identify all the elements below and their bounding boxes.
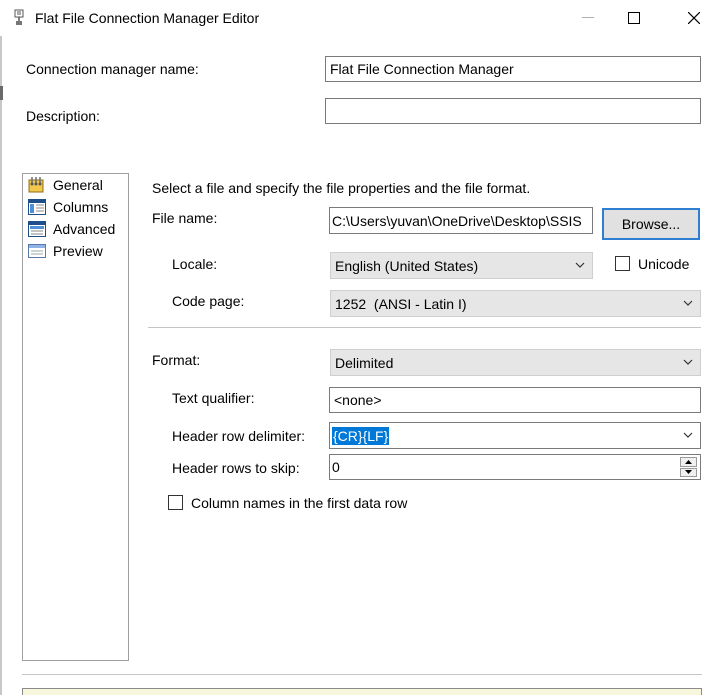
header-row-delimiter-label: Header row delimiter: [172, 428, 306, 444]
window-edge-marker [0, 86, 3, 100]
file-name-input[interactable]: C:\Users\yuvan\OneDrive\Desktop\SSIS [329, 207, 593, 234]
text-qualifier-input[interactable]: <none> [329, 387, 701, 413]
chevron-down-icon [683, 432, 693, 438]
header-rows-to-skip-label: Header rows to skip: [172, 460, 300, 476]
nav-item-advanced-label: Advanced [53, 221, 116, 237]
locale-select[interactable]: English (United States) [330, 252, 593, 279]
description-label: Description: [26, 108, 100, 124]
code-page-label: Code page: [172, 293, 245, 309]
nav-item-general[interactable]: General [28, 175, 103, 195]
connection-name-input[interactable]: Flat File Connection Manager [325, 56, 701, 82]
text-qualifier-value: <none> [334, 392, 382, 408]
text-qualifier-label: Text qualifier: [172, 390, 255, 406]
nav-item-advanced[interactable]: Advanced [28, 219, 115, 239]
header-rows-to-skip-value: 0 [332, 459, 340, 475]
chevron-down-icon [575, 262, 585, 268]
column-names-label: Column names in the first data row [191, 495, 408, 511]
unicode-label: Unicode [638, 256, 690, 272]
window-left-edge [0, 36, 2, 695]
bottom-divider [22, 674, 702, 675]
spin-down-button[interactable] [680, 467, 697, 477]
maximize-button[interactable] [611, 0, 657, 36]
format-label: Format: [152, 352, 201, 368]
advanced-icon [28, 221, 46, 237]
close-button[interactable] [671, 0, 717, 36]
nav-item-preview[interactable]: Preview [28, 241, 103, 261]
window-title: Flat File Connection Manager Editor [35, 10, 260, 26]
status-panel [22, 688, 702, 695]
format-value: Delimited [335, 354, 394, 371]
description-input[interactable] [325, 98, 701, 124]
header-row-delimiter-select[interactable]: {CR}{LF} [329, 422, 701, 449]
spin-up-button[interactable] [680, 457, 697, 467]
general-icon [28, 177, 44, 193]
arrow-down-icon [685, 470, 692, 475]
code-page-select[interactable]: 1252 (ANSI - Latin I) [330, 290, 701, 317]
minimize-icon [582, 17, 594, 18]
nav-item-columns-label: Columns [53, 199, 109, 215]
browse-button[interactable]: Browse... [602, 208, 700, 240]
column-names-checkbox[interactable] [168, 495, 183, 510]
locale-value: English (United States) [335, 257, 479, 274]
header-row-delimiter-value: {CR}{LF} [332, 426, 390, 445]
preview-icon [28, 244, 46, 258]
flat-file-icon [14, 9, 24, 25]
browse-button-label: Browse... [621, 216, 681, 232]
instruction-text: Select a file and specify the file prope… [152, 180, 531, 196]
nav-item-columns[interactable]: Columns [28, 197, 108, 217]
code-page-value: 1252 (ANSI - Latin I) [335, 295, 467, 312]
file-name-label: File name: [152, 210, 218, 226]
spinner-buttons [680, 457, 697, 477]
columns-icon [28, 199, 46, 215]
chevron-down-icon [683, 300, 693, 306]
nav-item-general-label: General [53, 177, 103, 193]
file-name-value: C:\Users\yuvan\OneDrive\Desktop\SSIS [332, 212, 582, 229]
nav-item-preview-label: Preview [53, 243, 103, 259]
minimize-button[interactable] [565, 0, 611, 36]
format-select[interactable]: Delimited [330, 349, 701, 376]
unicode-checkbox[interactable] [615, 256, 630, 271]
locale-label: Locale: [172, 256, 218, 272]
section-divider [148, 327, 701, 328]
connection-name-value: Flat File Connection Manager [330, 61, 514, 77]
connection-name-label: Connection manager name: [26, 61, 199, 77]
title-bar: Flat File Connection Manager Editor [0, 0, 724, 36]
chevron-down-icon [683, 359, 693, 365]
arrow-up-icon [685, 459, 692, 464]
header-rows-to-skip-spinner[interactable]: 0 [329, 454, 701, 480]
maximize-icon [628, 12, 640, 24]
close-icon [688, 12, 700, 24]
